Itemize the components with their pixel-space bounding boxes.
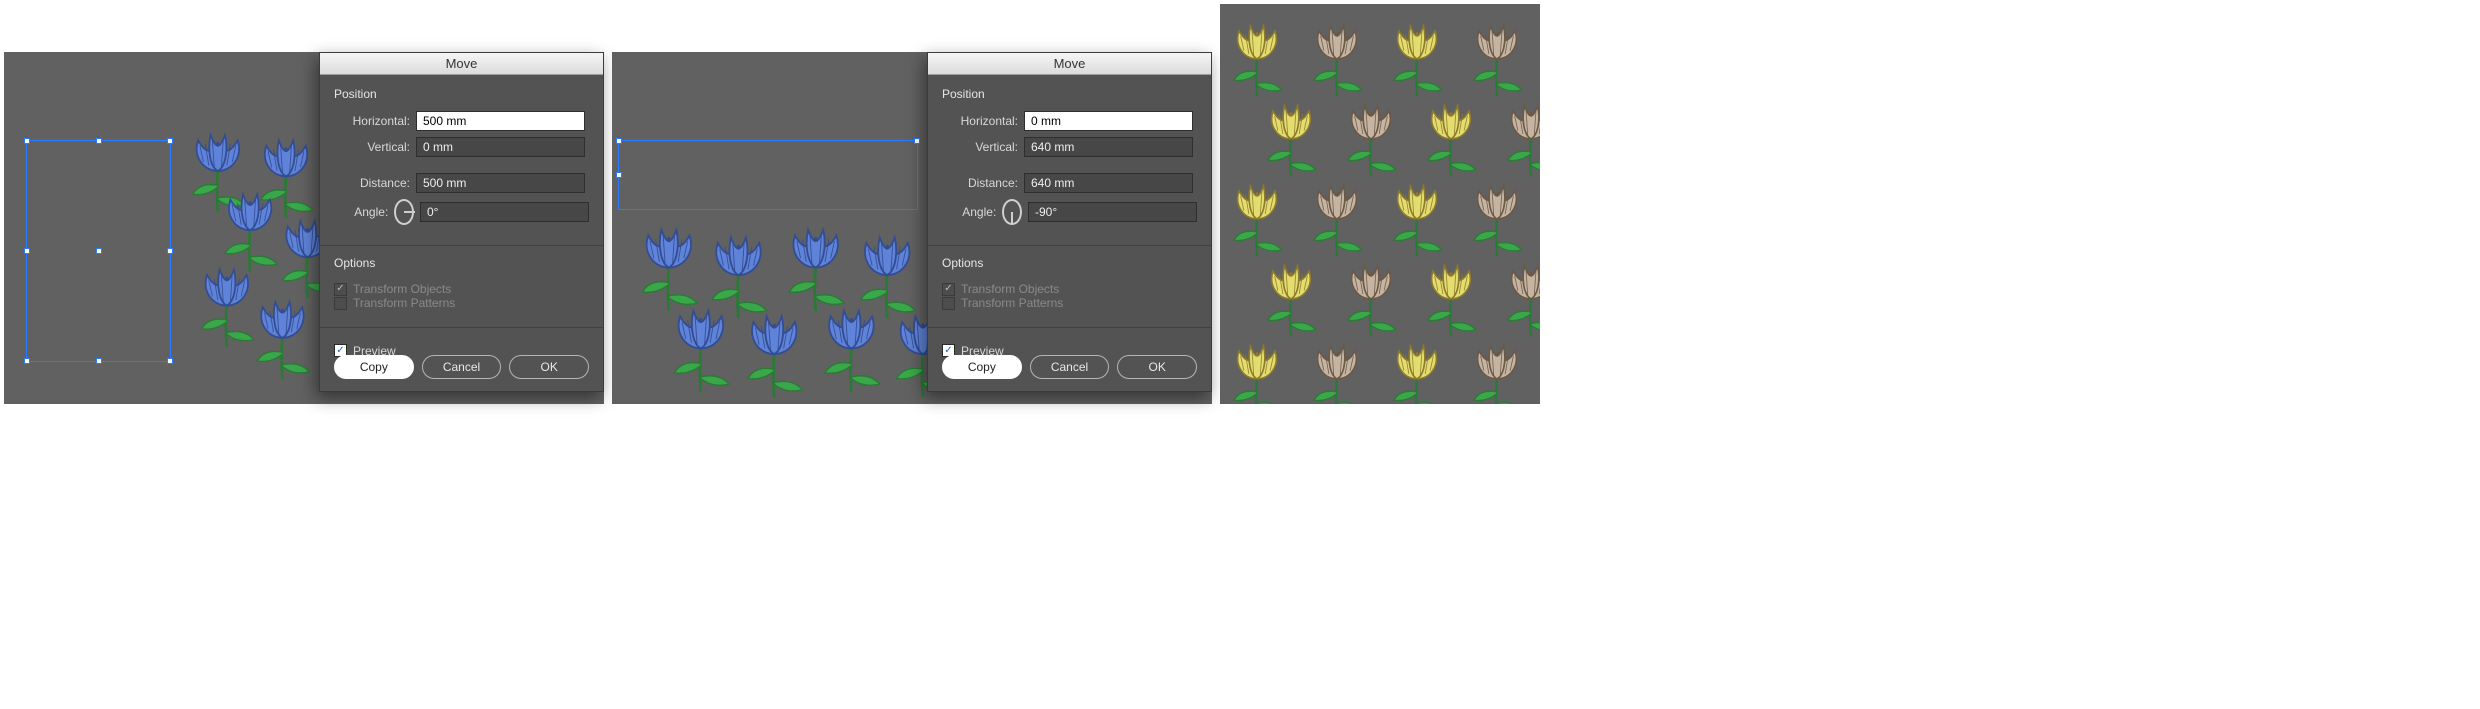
vertical-input[interactable] [416,137,585,157]
angle-input[interactable] [420,202,589,222]
distance-input[interactable] [1024,173,1193,193]
handle-tl[interactable] [24,138,30,144]
horizontal-label: Horizontal: [334,114,410,128]
angle-label: Angle: [334,205,388,219]
flower-pattern [1220,4,1540,404]
checkbox-icon [942,297,955,310]
transform-patterns-label: Transform Patterns [353,296,455,310]
ok-button[interactable]: OK [509,355,589,379]
transform-objects-checkbox: Transform Objects [942,282,1059,296]
transform-patterns-checkbox: Transform Patterns [942,296,1063,310]
move-dialog-1: Move Position Horizontal: Vertical: Dist… [319,52,604,392]
selection-rect[interactable] [26,140,171,362]
horizontal-input[interactable] [416,111,585,131]
options-heading: Options [334,256,589,270]
vertical-input[interactable] [1024,137,1193,157]
dialog-title[interactable]: Move [928,53,1211,75]
angle-dial[interactable] [394,199,414,225]
checkbox-icon [334,297,347,310]
angle-dial[interactable] [1002,199,1022,225]
transform-patterns-checkbox: Transform Patterns [334,296,455,310]
transform-patterns-label: Transform Patterns [961,296,1063,310]
vertical-label: Vertical: [942,140,1018,154]
handle-tm[interactable] [96,138,102,144]
move-dialog-2: Move Position Horizontal: Vertical: Dist… [927,52,1212,392]
copy-button[interactable]: Copy [942,355,1022,379]
angle-input[interactable] [1028,202,1197,222]
copy-button[interactable]: Copy [334,355,414,379]
handle-bl[interactable] [24,358,30,364]
handle-ml[interactable] [616,172,622,178]
handle-center[interactable] [96,248,102,254]
handle-tl[interactable] [616,138,622,144]
canvas-result [1220,4,1540,404]
transform-objects-label: Transform Objects [961,282,1059,296]
horizontal-input[interactable] [1024,111,1193,131]
flower-grid-blue [618,208,938,404]
distance-input[interactable] [416,173,585,193]
checkbox-icon [334,283,347,296]
position-heading: Position [942,87,1197,101]
cancel-button[interactable]: Cancel [422,355,502,379]
position-heading: Position [334,87,589,101]
dialog-title[interactable]: Move [320,53,603,75]
angle-label: Angle: [942,205,996,219]
transform-objects-checkbox: Transform Objects [334,282,451,296]
distance-label: Distance: [942,176,1018,190]
transform-objects-label: Transform Objects [353,282,451,296]
vertical-label: Vertical: [334,140,410,154]
handle-tr[interactable] [914,138,920,144]
selection-rect[interactable] [618,140,918,210]
cancel-button[interactable]: Cancel [1030,355,1110,379]
flower-cluster-blue [164,112,334,402]
handle-bm[interactable] [96,358,102,364]
angle-needle [1011,212,1013,223]
ok-button[interactable]: OK [1117,355,1197,379]
distance-label: Distance: [334,176,410,190]
options-heading: Options [942,256,1197,270]
handle-ml[interactable] [24,248,30,254]
checkbox-icon [942,283,955,296]
angle-needle [404,211,415,213]
horizontal-label: Horizontal: [942,114,1018,128]
